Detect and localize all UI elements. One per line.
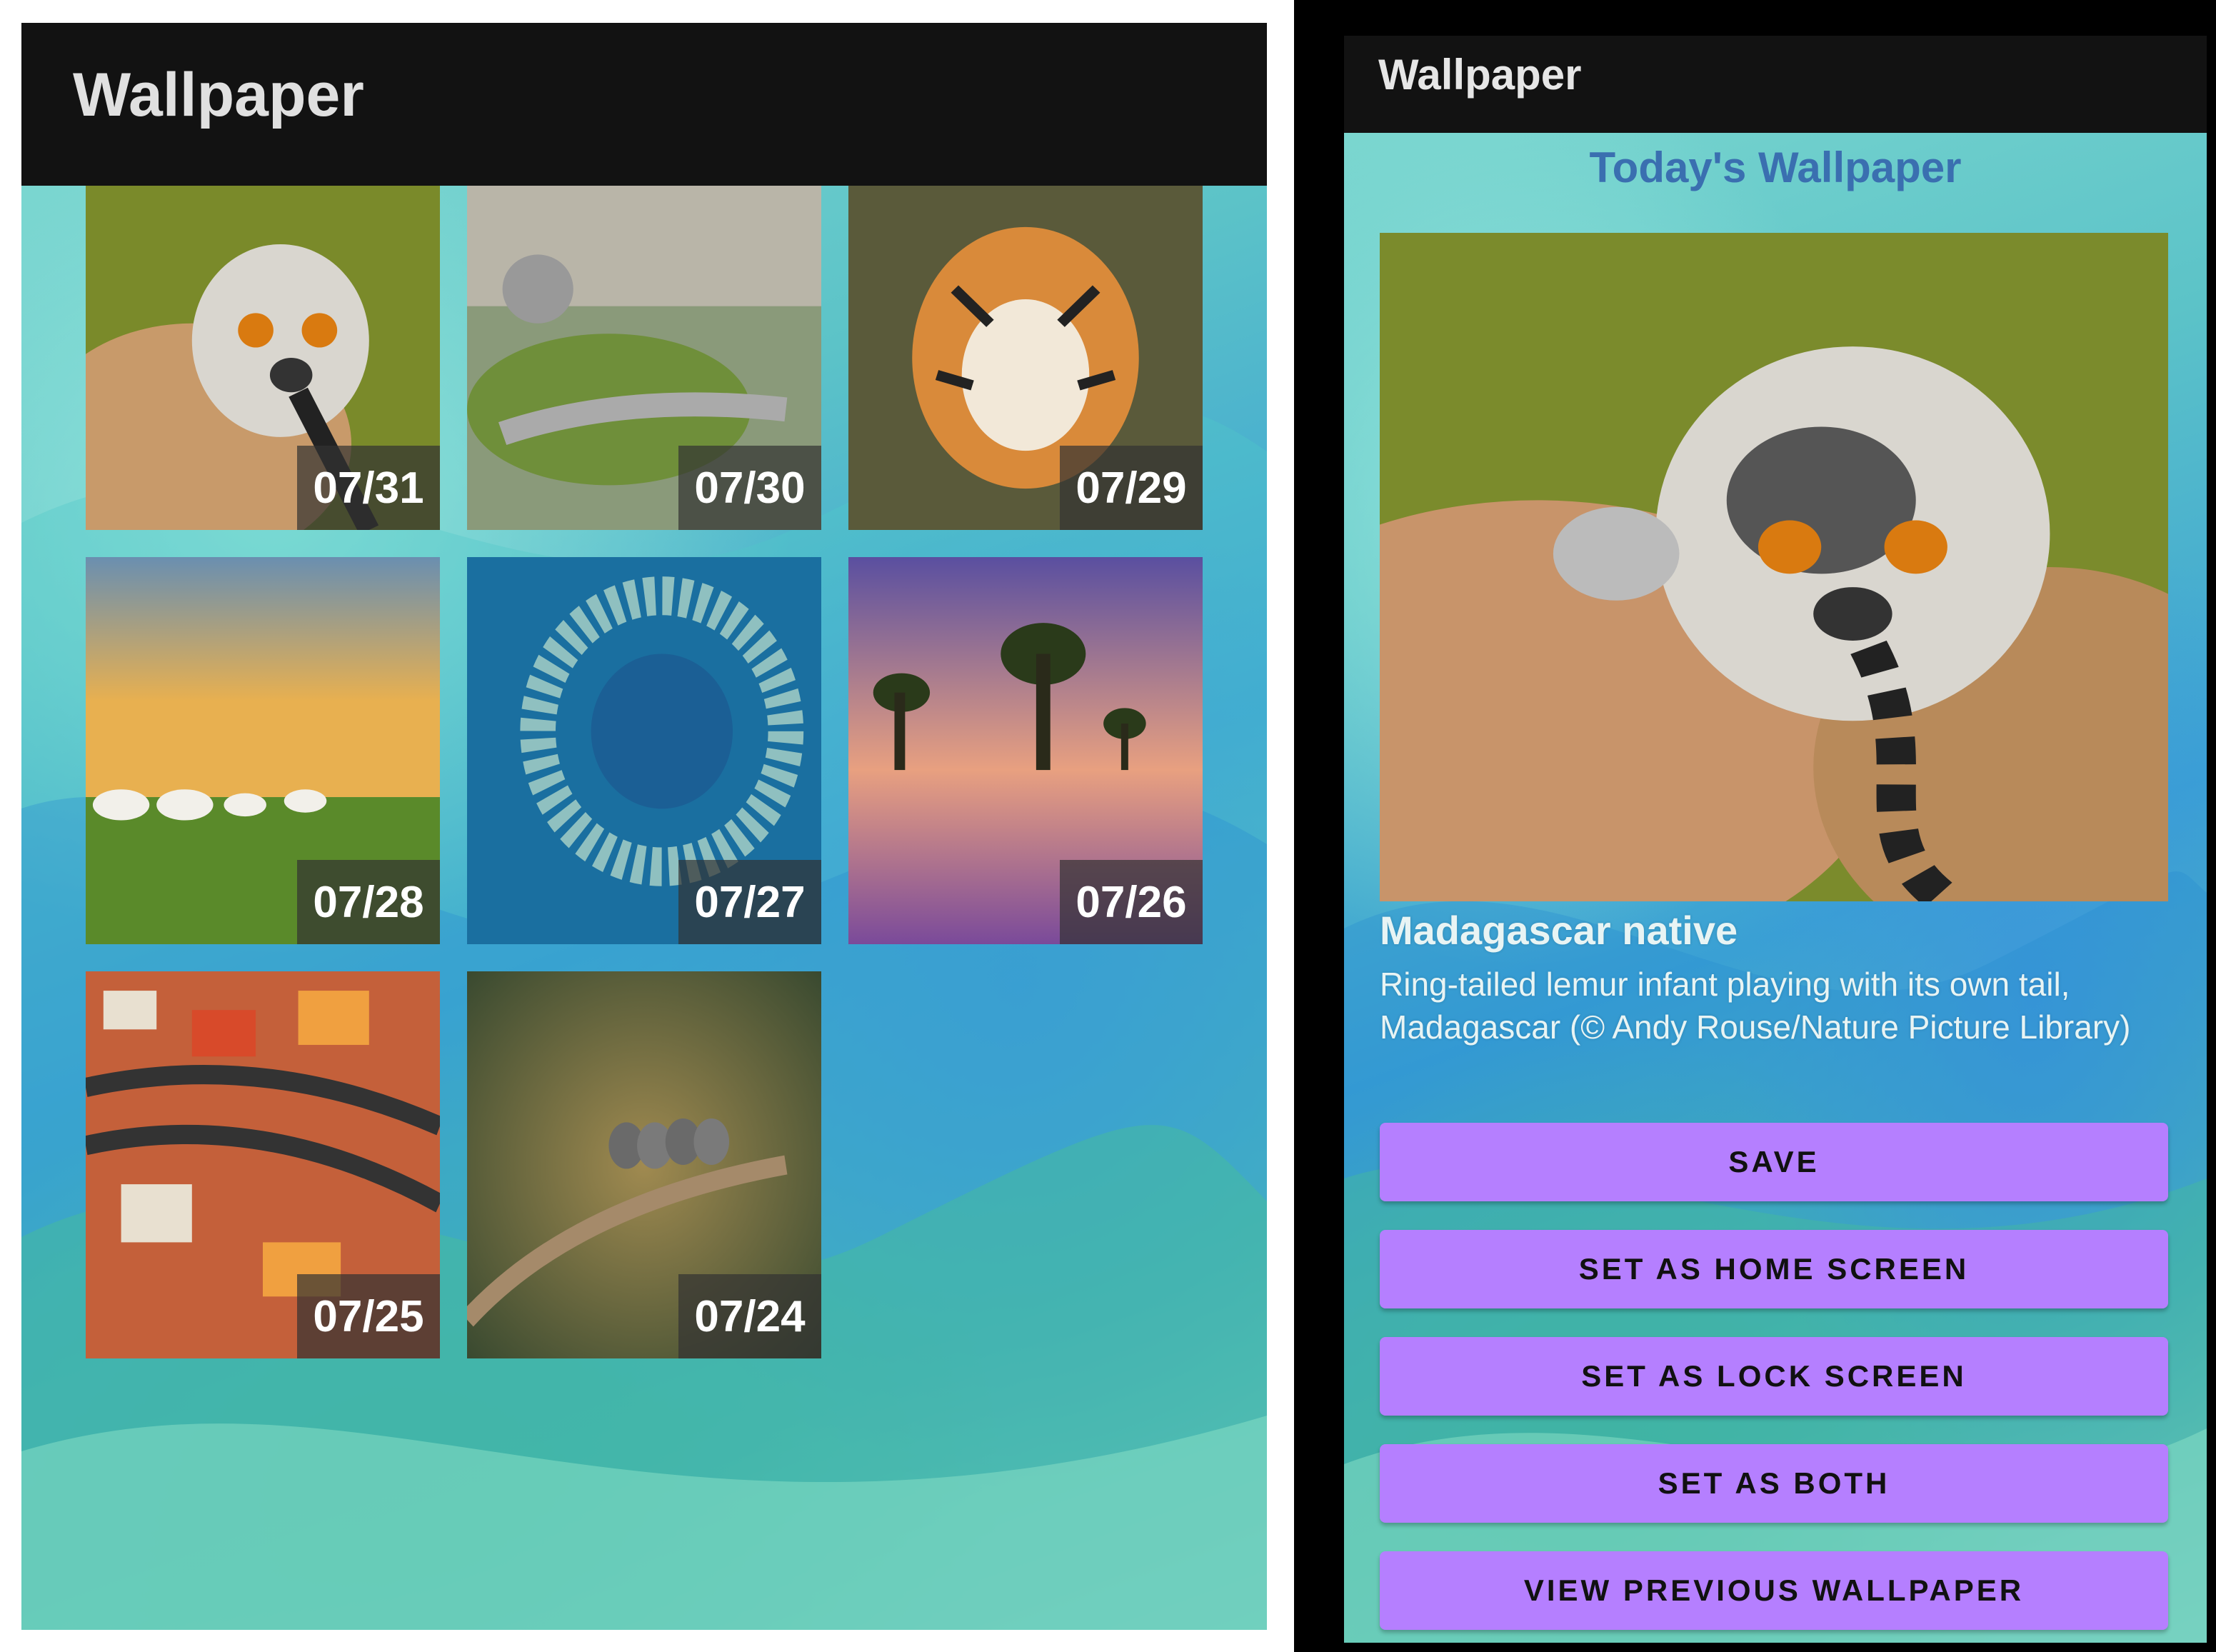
tile-date: 07/27	[678, 860, 821, 944]
wallpaper-tile-0726[interactable]: 07/26	[848, 557, 1203, 944]
tile-date: 07/28	[297, 860, 440, 944]
tile-date: 07/26	[1060, 860, 1203, 944]
set-home-screen-button[interactable]: SET AS HOME SCREEN	[1380, 1230, 2168, 1308]
tile-date: 07/25	[297, 1274, 440, 1358]
wallpaper-tile-0725[interactable]: 07/25	[86, 971, 440, 1358]
lemur-image	[1380, 233, 2168, 901]
wallpaper-tile-0730[interactable]: 07/30	[467, 186, 821, 530]
tile-date: 07/29	[1060, 446, 1203, 530]
set-both-button[interactable]: SET AS BOTH	[1380, 1444, 2168, 1523]
todays-wallpaper-image	[1380, 233, 2168, 901]
detail-screen-frame: Wallpaper Today's Wallpaper Madagascar n…	[1294, 0, 2216, 1652]
wallpaper-tile-0727[interactable]: 07/27	[467, 557, 821, 944]
wallpaper-tile-0731[interactable]: 07/31	[86, 186, 440, 530]
page-heading: Today's Wallpaper	[1589, 144, 1962, 191]
save-button[interactable]: SAVE	[1380, 1123, 2168, 1201]
app-bar: Wallpaper	[21, 23, 1267, 186]
tile-date: 07/30	[678, 446, 821, 530]
wallpaper-tile-0724[interactable]: 07/24	[467, 971, 821, 1358]
gallery-screen: Wallpaper 07/31 07/30 07/29 07/28 07/27 …	[21, 23, 1267, 1630]
view-previous-wallpaper-button[interactable]: VIEW PREVIOUS WALLPAPER	[1380, 1551, 2168, 1630]
set-lock-screen-button[interactable]: SET AS LOCK SCREEN	[1380, 1337, 2168, 1416]
wallpaper-tile-0728[interactable]: 07/28	[86, 557, 440, 944]
wallpaper-tile-0729[interactable]: 07/29	[848, 186, 1203, 530]
tile-date: 07/31	[297, 446, 440, 530]
tile-date: 07/24	[678, 1274, 821, 1358]
image-description: Ring-tailed lemur infant playing with it…	[1380, 966, 2131, 1046]
app-title: Wallpaper	[73, 61, 364, 129]
app-bar: Wallpaper	[1344, 36, 2207, 133]
detail-screen: Wallpaper Today's Wallpaper Madagascar n…	[1344, 36, 2207, 1643]
app-title: Wallpaper	[1378, 51, 1582, 99]
image-title: Madagascar native	[1380, 908, 1738, 953]
